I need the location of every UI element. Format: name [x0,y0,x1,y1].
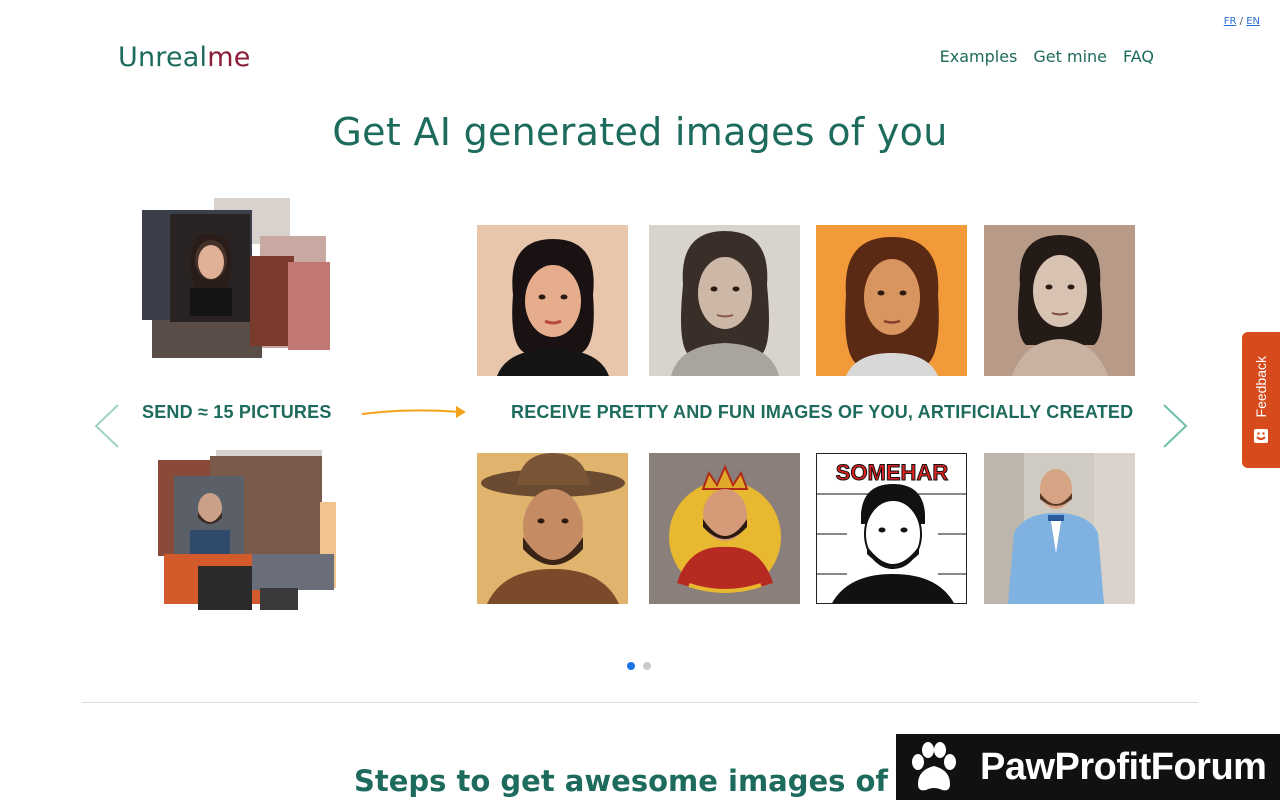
woman-portrait-orange [816,225,967,376]
man-comic-cover: SOMEHAR [816,453,967,604]
input-photos-collage-man [156,450,338,612]
man-photo-face [190,493,230,556]
woman-portrait-bronze [984,225,1135,376]
logo-part-me: me [207,42,251,73]
carousel-dot-2[interactable] [643,662,651,670]
woman-portrait-sketch-art [671,231,779,376]
language-switch: FR / EN [1224,16,1260,27]
woman-photo-face [190,233,232,316]
banner-brand-text: PawProfitForum [980,745,1267,788]
lang-separator: / [1239,16,1243,27]
input-photos-collage-woman [140,196,335,361]
logo-part-unreal: Unreal [118,42,208,73]
man-blue-suit-photo [984,453,1135,604]
man-cowboy-portrait [477,453,628,604]
receive-images-caption: RECEIVE PRETTY AND FUN IMAGES OF YOU, AR… [511,402,1134,422]
site-logo[interactable]: Unrealme [118,42,251,73]
man-comic-cover-art: SOMEHAR [817,454,966,603]
feedback-smile-icon [1254,428,1268,443]
lang-fr-link[interactable]: FR [1224,16,1237,27]
man-king-illustration-art [669,464,781,593]
woman-portrait-bronze-art [1012,235,1108,376]
carousel-prev-chevron-icon[interactable] [92,402,122,450]
nav-examples[interactable]: Examples [940,47,1018,66]
nav-faq[interactable]: FAQ [1123,47,1154,66]
hero-title: Get AI generated images of you [332,110,948,154]
man-cowboy-portrait-art [481,453,625,604]
feedback-label: Feedback [1253,356,1269,418]
woman-portrait-sketch [649,225,800,376]
carousel-dots [627,662,651,670]
send-pictures-caption: SEND ≈ 15 PICTURES [142,402,332,422]
carousel-next-chevron-icon[interactable] [1160,402,1190,450]
man-king-illustration [649,453,800,604]
carousel-dot-1[interactable] [627,662,635,670]
section-divider [82,702,1198,703]
main-nav: Examples Get mine FAQ [940,47,1154,66]
woman-portrait-peach [477,225,628,376]
man-blue-suit-photo-art [984,453,1135,604]
woman-portrait-peach-art [497,239,609,376]
comic-cover-title: SOMEHAR [836,460,949,485]
woman-portrait-orange-art [845,237,939,376]
orange-arrow-icon [361,406,466,418]
pawprofitforum-banner: PawProfitForum [896,734,1280,800]
paw-print-icon [912,742,956,791]
nav-get-mine[interactable]: Get mine [1033,47,1107,66]
feedback-tab[interactable]: Feedback [1242,332,1280,468]
lang-en-link[interactable]: EN [1246,16,1260,27]
